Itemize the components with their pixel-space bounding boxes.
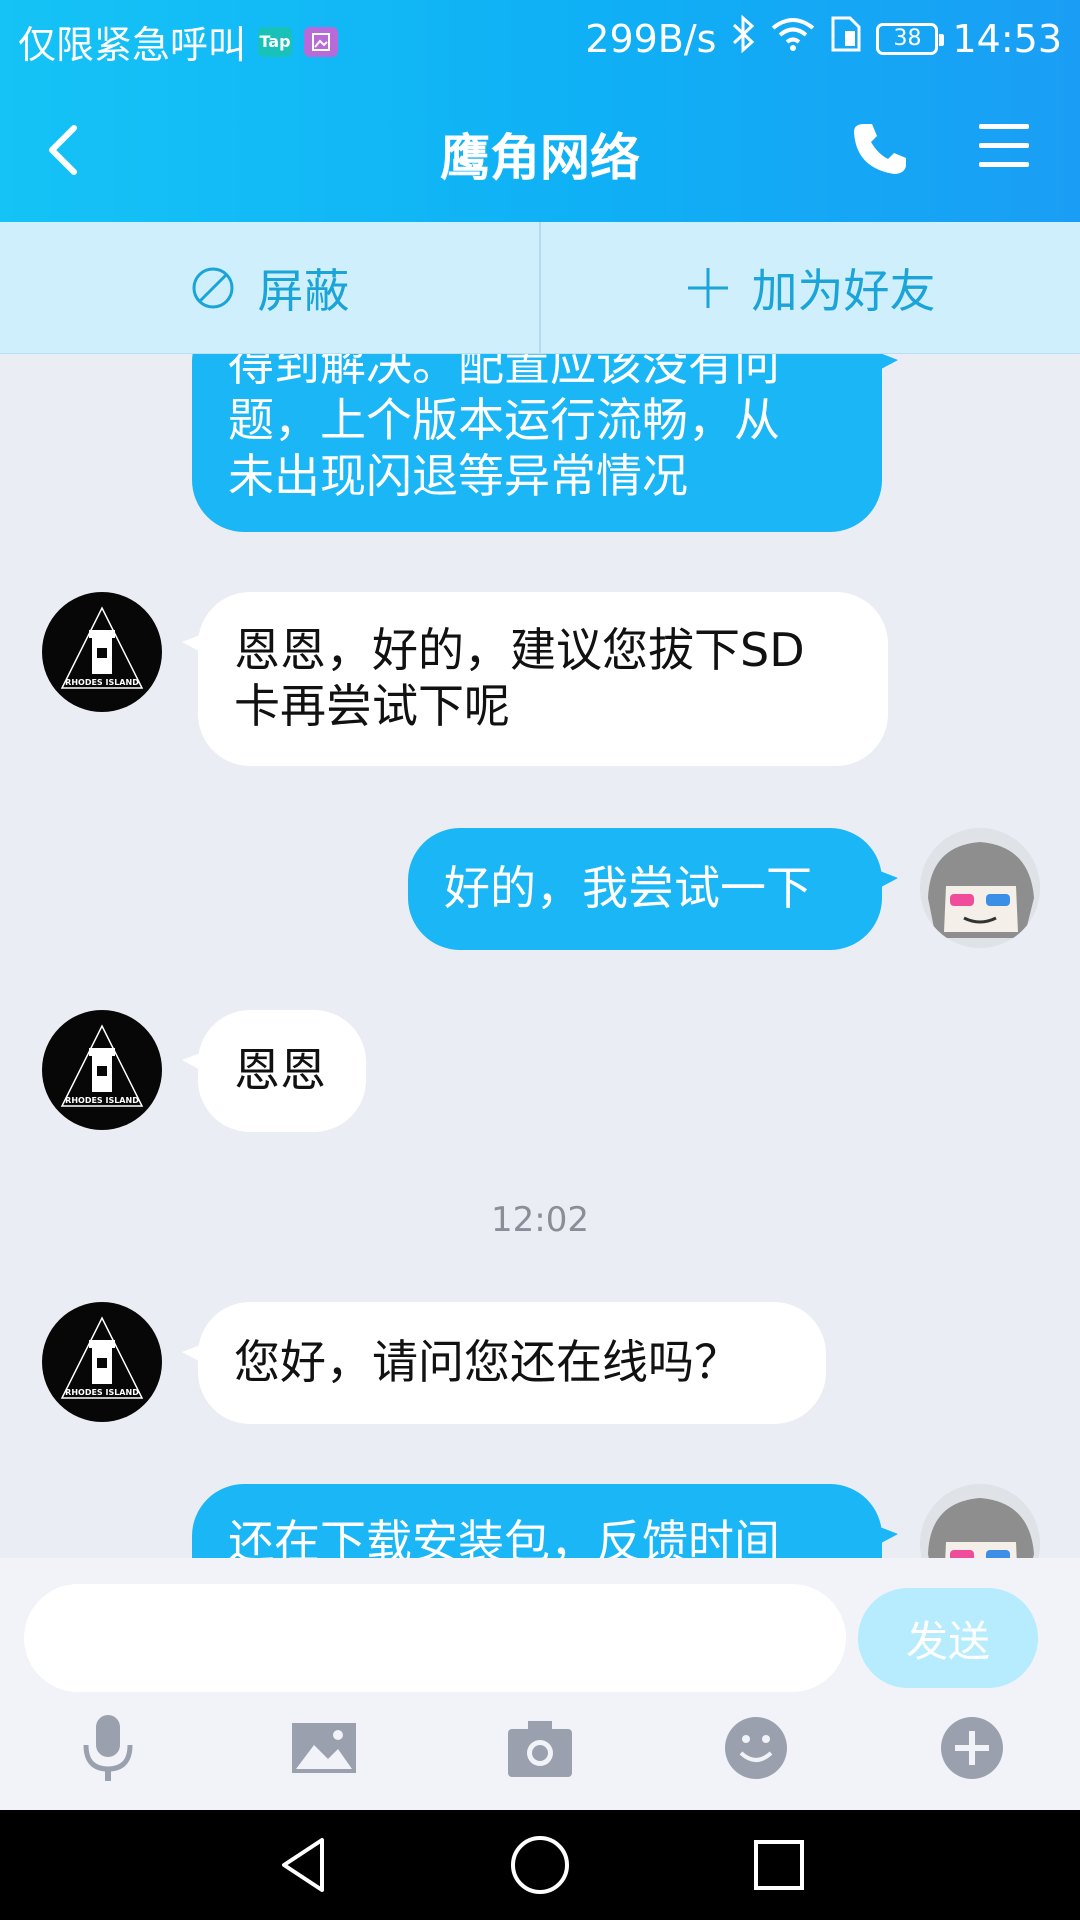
avatar-brand-text: RHODES ISLAND <box>65 1096 139 1105</box>
nav-home-button[interactable] <box>507 1832 573 1898</box>
header: 仅限紧急呼叫 Tap 299B/s 38 14:53 鹰角网络 <box>0 0 1080 222</box>
emoji-button[interactable] <box>716 1708 796 1788</box>
plus-icon <box>941 1717 1003 1779</box>
message-line: 题，上个版本运行流畅，从 <box>228 393 780 447</box>
avatar-brand-text: RHODES ISLAND <box>65 1388 139 1397</box>
message-bubble[interactable]: 得到解决。配置应该没有问 题，上个版本运行流畅，从 未出现闪退等异常情况 <box>192 354 898 532</box>
message-line: 恩恩 <box>234 1043 326 1097</box>
sim-icon <box>830 15 862 62</box>
message-line: 未出现闪退等异常情况 <box>228 449 688 503</box>
message-line: 好的，我尝试一下 <box>444 861 812 915</box>
message-timestamp: 12:02 <box>491 1200 589 1240</box>
carrier-text: 仅限紧急呼叫 <box>18 23 247 67</box>
nav-back-button[interactable] <box>272 1832 338 1898</box>
user-avatar[interactable] <box>920 828 1040 948</box>
user-avatar[interactable] <box>920 1484 1040 1558</box>
contact-avatar[interactable]: RHODES ISLAND <box>42 1010 162 1130</box>
block-label: 屏蔽 <box>257 263 350 318</box>
phone-icon <box>854 124 906 174</box>
rhodes-island-logo <box>60 606 144 689</box>
message-input[interactable] <box>24 1584 846 1692</box>
block-icon <box>192 267 233 308</box>
image-icon <box>292 1723 356 1773</box>
avatar-brand-text: RHODES ISLAND <box>65 678 139 687</box>
call-button[interactable] <box>850 118 910 178</box>
message-line: 卡再尝试下呢 <box>234 679 510 733</box>
message-line: 还在下载安装包，反馈时间 <box>228 1515 780 1558</box>
contact-avatar[interactable]: RHODES ISLAND <box>42 1302 162 1422</box>
bluetooth-icon <box>730 14 756 63</box>
user-avatar-image <box>920 828 1040 948</box>
battery-indicator: 38 <box>876 22 945 55</box>
page-title: 鹰角网络 <box>440 129 640 187</box>
menu-button[interactable] <box>976 120 1032 172</box>
menu-icon <box>979 124 1029 167</box>
message-bubble[interactable]: 好的，我尝试一下 <box>408 828 898 950</box>
add-friend-button[interactable]: 加为好友 <box>539 222 1080 353</box>
image-button[interactable] <box>284 1708 364 1788</box>
microphone-icon <box>83 1715 133 1781</box>
message-line: 得到解决。配置应该没有问 <box>228 354 780 391</box>
message-bubble[interactable]: 恩恩 <box>182 1010 366 1132</box>
chat-area[interactable]: 得到解决。配置应该没有问 题，上个版本运行流畅，从 未出现闪退等异常情况 RHO… <box>0 354 1080 1558</box>
wifi-icon <box>770 16 816 61</box>
gallery-app-icon <box>304 26 339 57</box>
title-bar: 鹰角网络 <box>0 100 1080 200</box>
clock: 14:53 <box>952 16 1062 61</box>
nav-recents-button[interactable] <box>746 1832 812 1898</box>
camera-button[interactable] <box>500 1708 580 1788</box>
message-bubble[interactable]: 您好，请问您还在线吗？ <box>182 1302 826 1424</box>
navigation-bar <box>0 1810 1080 1920</box>
action-bar: 屏蔽 加为好友 <box>0 222 1080 354</box>
more-button[interactable] <box>932 1708 1012 1788</box>
user-avatar-image <box>920 1484 1040 1558</box>
input-toolbar <box>0 1708 1080 1798</box>
rhodes-island-logo <box>60 1316 144 1399</box>
message-line: 您好，请问您还在线吗？ <box>234 1335 740 1389</box>
message-bubble[interactable]: 还在下载安装包，反馈时间 <box>192 1484 898 1558</box>
camera-icon <box>508 1721 572 1777</box>
home-circle-icon <box>511 1836 569 1894</box>
input-bar: 发送 <box>0 1558 1080 1810</box>
net-speed: 299B/s <box>585 16 717 61</box>
message-line: 恩恩，好的，建议您拔下SD <box>234 623 805 677</box>
message-bubble[interactable]: 恩恩，好的，建议您拔下SD 卡再尝试下呢 <box>182 592 888 766</box>
voice-button[interactable] <box>68 1708 148 1788</box>
send-button[interactable]: 发送 <box>858 1588 1038 1688</box>
block-button[interactable]: 屏蔽 <box>0 222 539 353</box>
triangle-back-icon <box>282 1838 324 1892</box>
recents-square-icon <box>754 1840 804 1890</box>
status-bar: 仅限紧急呼叫 Tap 299B/s 38 14:53 <box>0 0 1080 78</box>
add-friend-label: 加为好友 <box>751 263 936 318</box>
tap-app-icon: Tap <box>258 26 293 57</box>
contact-avatar[interactable]: RHODES ISLAND <box>42 592 162 712</box>
plus-icon <box>687 267 728 308</box>
rhodes-island-logo <box>60 1024 144 1107</box>
emoji-icon <box>725 1717 787 1779</box>
